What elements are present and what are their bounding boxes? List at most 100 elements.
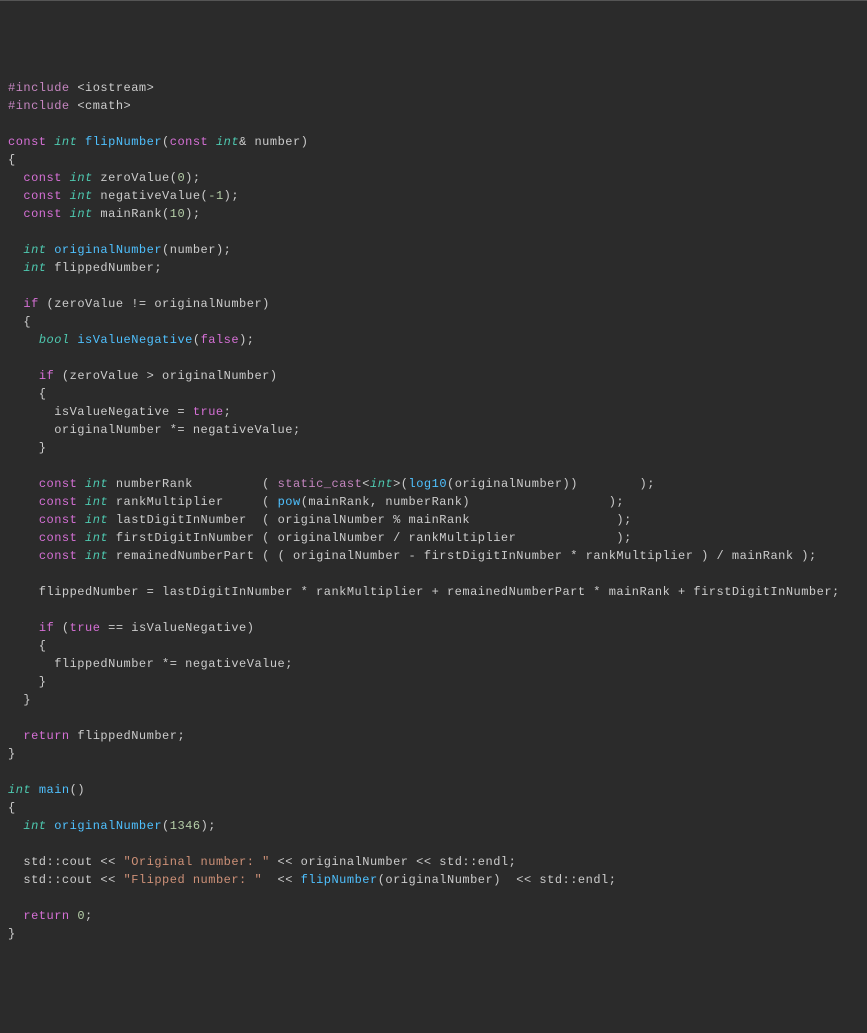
token-const-kw: const <box>39 495 85 509</box>
code-line[interactable]: { <box>8 799 859 817</box>
code-line[interactable]: const int negativeValue(-1); <box>8 187 859 205</box>
token-punct: std::cout << <box>8 855 124 869</box>
code-line[interactable] <box>8 763 859 781</box>
code-line[interactable]: const int numberRank ( static_cast<int>(… <box>8 475 859 493</box>
token-punct <box>8 261 23 275</box>
code-line[interactable] <box>8 889 859 907</box>
token-punct <box>8 297 23 311</box>
code-line[interactable]: #include <cmath> <box>8 97 859 115</box>
token-boolean: true <box>70 621 101 635</box>
token-punct: originalNumber *= negativeValue; <box>8 423 301 437</box>
code-line[interactable] <box>8 223 859 241</box>
token-punct: << <box>262 873 301 887</box>
token-type: int <box>70 171 93 185</box>
token-keyword: return <box>23 729 69 743</box>
token-punct: == isValueNegative) <box>100 621 254 635</box>
token-punct: { <box>8 801 16 815</box>
code-line[interactable]: if (true == isValueNegative) <box>8 619 859 637</box>
code-line[interactable]: flippedNumber *= negativeValue; <box>8 655 859 673</box>
token-punct: firstDigitInNumber ( originalNumber / ra… <box>108 531 632 545</box>
token-punct <box>47 819 55 833</box>
code-line[interactable]: std::cout << "Flipped number: " << flipN… <box>8 871 859 889</box>
code-line[interactable] <box>8 277 859 295</box>
token-punct: } <box>8 747 16 761</box>
token-punct: ; <box>85 909 93 923</box>
token-type: int <box>370 477 393 491</box>
code-line[interactable]: return 0; <box>8 907 859 925</box>
token-punct: flippedNumber *= negativeValue; <box>8 657 293 671</box>
token-punct: ( <box>162 135 170 149</box>
token-punct <box>8 189 23 203</box>
code-line[interactable]: #include <iostream> <box>8 79 859 97</box>
code-line[interactable]: const int mainRank(10); <box>8 205 859 223</box>
token-type: int <box>85 477 108 491</box>
code-line[interactable]: } <box>8 925 859 943</box>
code-line[interactable]: const int zeroValue(0); <box>8 169 859 187</box>
code-line[interactable] <box>8 835 859 853</box>
token-punct: { <box>8 315 31 329</box>
token-punct: ; <box>224 405 232 419</box>
token-number: 1346 <box>170 819 201 833</box>
token-type: int <box>23 243 46 257</box>
code-line[interactable]: int main() <box>8 781 859 799</box>
token-func: log10 <box>409 477 448 491</box>
token-punct <box>8 171 23 185</box>
token-keyword: if <box>39 369 54 383</box>
token-punct: & number) <box>239 135 308 149</box>
code-line[interactable]: const int lastDigitInNumber ( originalNu… <box>8 511 859 529</box>
code-line[interactable] <box>8 115 859 133</box>
code-line[interactable] <box>8 457 859 475</box>
token-punct <box>8 549 39 563</box>
code-line[interactable]: { <box>8 313 859 331</box>
token-punct <box>77 135 85 149</box>
code-line[interactable]: } <box>8 439 859 457</box>
token-type: int <box>85 549 108 563</box>
token-string: "Flipped number: " <box>124 873 263 887</box>
code-line[interactable]: const int firstDigitInNumber ( originalN… <box>8 529 859 547</box>
token-type: int <box>23 261 46 275</box>
code-line[interactable]: int flippedNumber; <box>8 259 859 277</box>
token-punct <box>8 531 39 545</box>
code-line[interactable]: originalNumber *= negativeValue; <box>8 421 859 439</box>
token-type: int <box>70 189 93 203</box>
code-line[interactable]: isValueNegative = true; <box>8 403 859 421</box>
token-punct: (zeroValue > originalNumber) <box>54 369 277 383</box>
code-line[interactable] <box>8 349 859 367</box>
code-line[interactable]: } <box>8 745 859 763</box>
token-punct: << originalNumber << std::endl; <box>270 855 516 869</box>
token-punct: } <box>8 441 47 455</box>
code-line[interactable]: const int flipNumber(const int& number) <box>8 133 859 151</box>
code-line[interactable]: { <box>8 151 859 169</box>
token-punct: (mainRank, numberRank) ); <box>301 495 624 509</box>
code-line[interactable]: { <box>8 637 859 655</box>
token-const-kw: const <box>39 513 85 527</box>
token-boolean: false <box>201 333 240 347</box>
code-line[interactable]: const int rankMultiplier ( pow(mainRank,… <box>8 493 859 511</box>
token-func: flipNumber <box>301 873 378 887</box>
code-line[interactable]: { <box>8 385 859 403</box>
code-line[interactable]: int originalNumber(number); <box>8 241 859 259</box>
token-punct: { <box>8 639 47 653</box>
token-cast: static_cast <box>278 477 363 491</box>
token-punct: flippedNumber; <box>47 261 163 275</box>
code-line[interactable]: } <box>8 673 859 691</box>
code-line[interactable]: if (zeroValue != originalNumber) <box>8 295 859 313</box>
code-line[interactable] <box>8 565 859 583</box>
code-line[interactable]: std::cout << "Original number: " << orig… <box>8 853 859 871</box>
token-const-kw: const <box>39 477 85 491</box>
token-punct: (originalNumber)) ); <box>447 477 655 491</box>
code-line[interactable]: bool isValueNegative(false); <box>8 331 859 349</box>
code-line[interactable]: const int remainedNumberPart ( ( origina… <box>8 547 859 565</box>
code-line[interactable] <box>8 709 859 727</box>
code-line[interactable]: int originalNumber(1346); <box>8 817 859 835</box>
token-punct <box>8 819 23 833</box>
code-line[interactable]: flippedNumber = lastDigitInNumber * rank… <box>8 583 859 601</box>
code-line[interactable] <box>8 601 859 619</box>
code-editor[interactable]: #include <iostream>#include <cmath> cons… <box>8 79 859 943</box>
token-punct: zeroValue( <box>93 171 178 185</box>
code-line[interactable]: } <box>8 691 859 709</box>
token-punct <box>8 207 23 221</box>
token-const-kw: const <box>23 171 69 185</box>
code-line[interactable]: if (zeroValue > originalNumber) <box>8 367 859 385</box>
code-line[interactable]: return flippedNumber; <box>8 727 859 745</box>
